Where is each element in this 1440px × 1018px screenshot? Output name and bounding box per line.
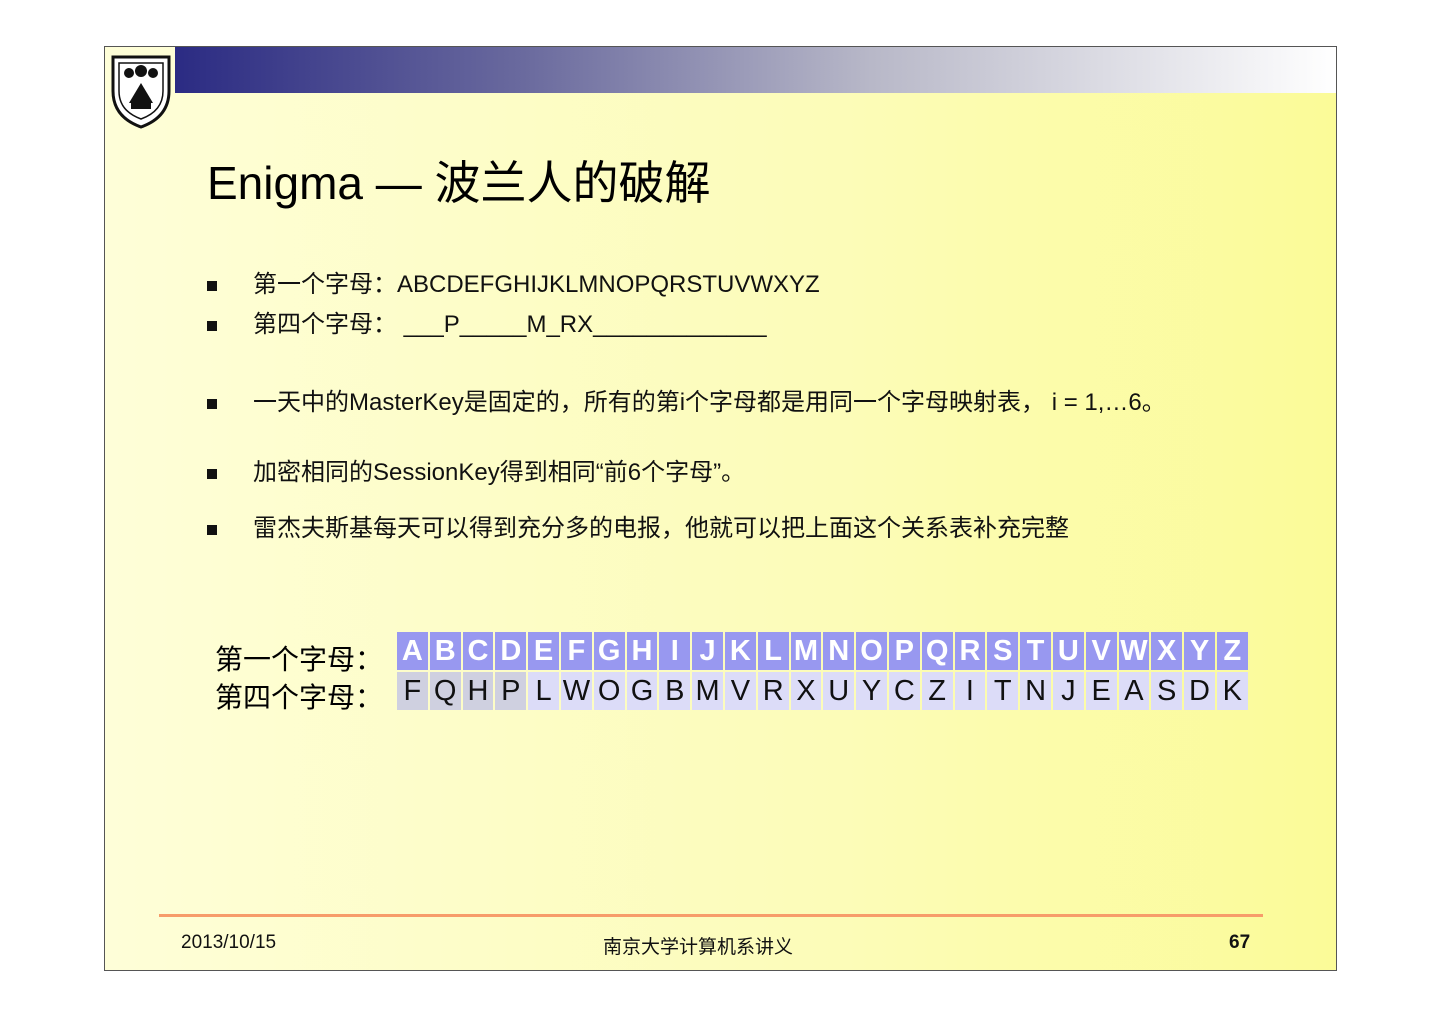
table-cell: H	[626, 632, 658, 670]
table-cell: W	[560, 672, 592, 710]
table-cell: Q	[429, 672, 461, 710]
table-cell: J	[692, 632, 723, 670]
first-letter-row: ABCDEFGHIJKLMNOPQRSTUVWXYZ	[397, 632, 1248, 670]
table-cell: I	[954, 672, 986, 710]
table-cell: M	[692, 672, 723, 710]
table-cell: R	[954, 632, 986, 670]
slide-title: Enigma — 波兰人的破解	[207, 157, 711, 209]
table-cell: M	[790, 632, 822, 670]
table-cell: V	[1085, 632, 1117, 670]
table-cell: O	[856, 632, 887, 670]
table-cell: E	[528, 632, 559, 670]
footer-date: 2013/10/15	[181, 932, 277, 953]
table-cell: L	[528, 672, 559, 710]
table-cell: U	[823, 672, 855, 710]
slide: Enigma — 波兰人的破解 第一个字母：ABCDEFGHIJKLMNOPQR…	[104, 46, 1337, 971]
table-cell: T	[987, 672, 1019, 710]
row-label-first: 第一个字母：	[215, 644, 384, 675]
table-cell: A	[397, 632, 428, 670]
table-cell: L	[757, 632, 789, 670]
page-number: 67	[1229, 932, 1251, 953]
table-cell: A	[1118, 672, 1150, 710]
table-cell: S	[987, 632, 1019, 670]
table-cell: T	[1020, 632, 1051, 670]
table-cell: Z	[921, 672, 953, 710]
table-cell: U	[1052, 632, 1084, 670]
header-gradient-bar	[175, 47, 1336, 93]
table-cell: X	[790, 672, 822, 710]
bullet-item: 加密相同的SessionKey得到相同“前6个字母”。	[205, 457, 1195, 489]
table-cell: G	[626, 672, 658, 710]
table-cell: B	[659, 672, 691, 710]
table-cell: O	[593, 672, 625, 710]
table-cell: Z	[1216, 632, 1248, 670]
table-cell: N	[823, 632, 855, 670]
table-cell: F	[397, 672, 428, 710]
bullet-item: 一天中的MasterKey是固定的，所有的第i个字母都是用同一个字母映射表， i…	[205, 387, 1195, 419]
footer-title: 南京大学计算机系讲义	[603, 937, 794, 958]
table-cell: C	[888, 672, 920, 710]
table-cell: S	[1151, 672, 1183, 710]
table-cell: R	[757, 672, 789, 710]
table-cell: P	[888, 632, 920, 670]
table-cell: C	[462, 632, 494, 670]
bullet-item: 雷杰夫斯基每天可以得到充分多的电报，他就可以把上面这个关系表补充完整	[205, 513, 1195, 545]
table-cell: Y	[856, 672, 887, 710]
table-cell: B	[429, 632, 461, 670]
table-cell: D	[1184, 672, 1215, 710]
table-cell: Y	[1184, 632, 1215, 670]
table-cell: K	[1216, 672, 1248, 710]
bullet-item: 第四个字母： ___P_____M_RX_____________	[205, 309, 1195, 341]
fourth-letter-row: FQHPLWOGBMVRXUYCZITNJEASDK	[397, 672, 1248, 710]
table-cell: N	[1020, 672, 1051, 710]
row-label-fourth: 第四个字母：	[215, 682, 384, 713]
bullet-item: 第一个字母：ABCDEFGHIJKLMNOPQRSTUVWXYZ	[205, 269, 1195, 301]
table-cell: E	[1085, 672, 1117, 710]
table-cell: I	[659, 632, 691, 670]
table-cell: W	[1118, 632, 1150, 670]
table-cell: J	[1052, 672, 1084, 710]
table-cell: X	[1151, 632, 1183, 670]
table-cell: D	[495, 632, 527, 670]
footer-divider	[159, 914, 1263, 917]
table-cell: H	[462, 672, 494, 710]
university-crest-logo	[111, 55, 171, 129]
table-cell: K	[724, 632, 756, 670]
table-cell: G	[593, 632, 625, 670]
table-cell: P	[495, 672, 527, 710]
table-cell: F	[560, 632, 592, 670]
table-cell: V	[724, 672, 756, 710]
table-cell: Q	[921, 632, 953, 670]
